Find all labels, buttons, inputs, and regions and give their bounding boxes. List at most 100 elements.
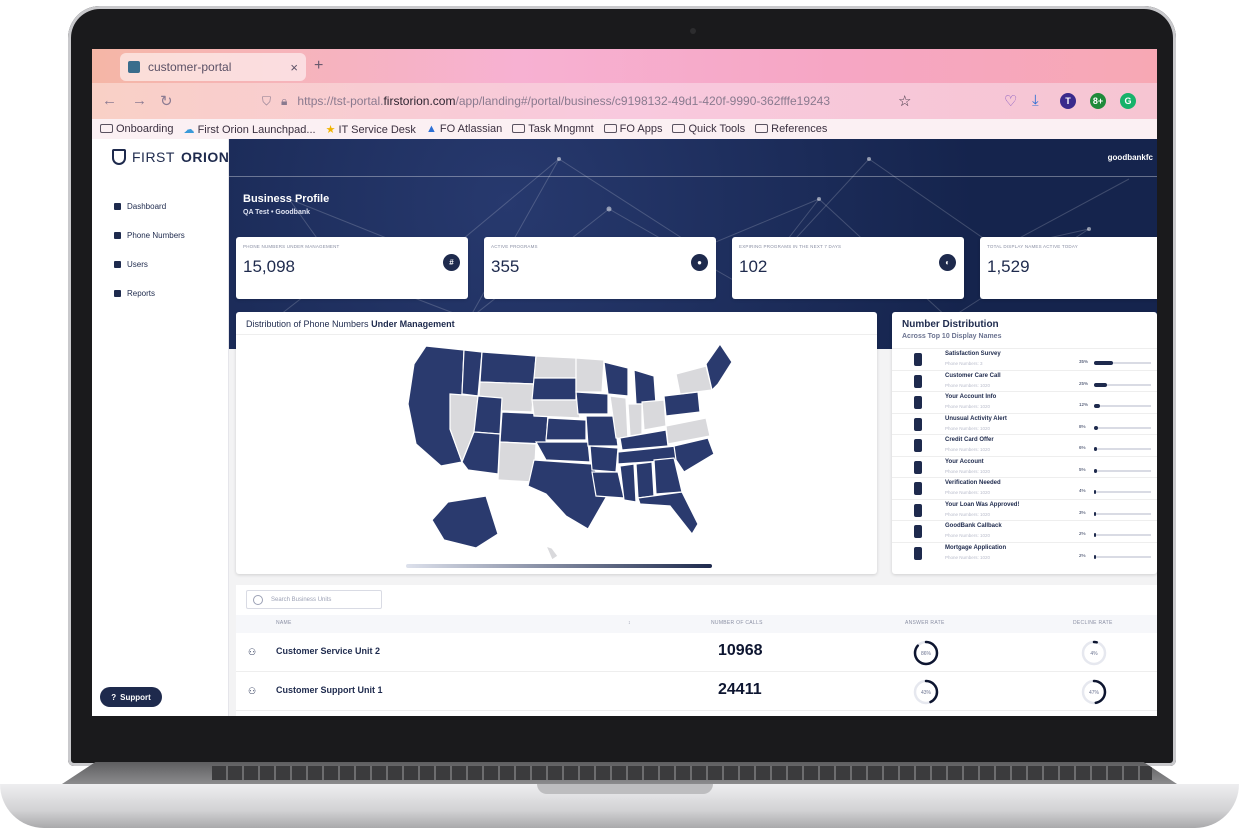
progress-fill	[1094, 425, 1099, 430]
browser-tab[interactable]: customer-portal ×	[120, 53, 306, 81]
hash-icon: #	[443, 254, 460, 271]
phone-icon	[114, 232, 121, 239]
users-icon	[114, 261, 121, 268]
answer-rate-donut: 43%	[913, 679, 939, 705]
kpi-card-phone-numbers: PHONE NUMBERS UNDER MANAGEMENT 15,098 #	[236, 237, 468, 299]
progress-track	[1094, 447, 1151, 451]
logo-text-bold: ORION	[180, 149, 230, 165]
state-minnesota[interactable]	[575, 357, 605, 393]
distribution-row: Your Loan Was Approved! Phone Numbers: 10…	[892, 498, 1157, 520]
state-nebraska[interactable]	[531, 399, 581, 419]
bookmark-references[interactable]: References	[755, 123, 827, 135]
close-tab-icon[interactable]: ×	[290, 60, 298, 75]
state-oklahoma[interactable]	[534, 441, 591, 463]
keyboard	[212, 766, 1152, 780]
bookmark-it-service-desk[interactable]: ★ IT Service Desk	[326, 123, 416, 136]
extension-t-icon[interactable]: T	[1060, 93, 1076, 109]
shield-logo-icon	[112, 149, 126, 165]
sidebar-item-reports[interactable]: Reports	[114, 289, 155, 298]
bookmark-launchpad[interactable]: ☁ First Orion Launchpad...	[184, 123, 316, 136]
back-button[interactable]: ←	[102, 92, 117, 109]
state-pennsylvania[interactable]	[663, 391, 701, 417]
address-bar[interactable]: ⛉ 🔒︎ https://tst-portal.firstorion.com/a…	[262, 88, 922, 114]
user-name[interactable]: goodbankfc	[1108, 153, 1153, 162]
org-chart-icon: ⚇	[248, 686, 257, 696]
sidebar-item-phone-numbers[interactable]: Phone Numbers	[114, 231, 185, 240]
state-utah[interactable]	[473, 395, 503, 435]
distribution-row: Credit Card Offer Phone Numbers: 1020 6%	[892, 434, 1157, 455]
table-row[interactable]: ⚇ Customer Service Unit 2 10968 86% 4%	[236, 633, 1157, 672]
col-decline-rate[interactable]: DECLINE RATE	[1073, 620, 1113, 626]
support-button[interactable]: ? Support	[100, 687, 162, 707]
kpi-value: 102	[739, 257, 768, 276]
sort-icon[interactable]: ↕	[628, 620, 631, 626]
folder-icon	[100, 124, 113, 133]
state-new-york[interactable]	[675, 365, 713, 395]
progress-track	[1094, 533, 1151, 537]
new-tab-button[interactable]: +	[314, 57, 323, 75]
col-name[interactable]: NAME	[276, 620, 292, 626]
search-input[interactable]: Search Business Units	[246, 590, 382, 609]
phone-count: Phone Numbers: 1020	[945, 490, 991, 495]
state-wisconsin[interactable]	[603, 361, 629, 397]
first-orion-logo[interactable]: FIRST ORION	[112, 149, 229, 165]
sidebar-item-users[interactable]: Users	[114, 260, 148, 269]
phone-count: Phone Numbers: 3	[945, 361, 983, 366]
kpi-label: EXPIRING PROGRAMS IN THE NEXT 7 DAYS	[739, 244, 842, 249]
kpi-card-expiring-programs: EXPIRING PROGRAMS IN THE NEXT 7 DAYS 102…	[732, 237, 964, 299]
bookmark-label: Quick Tools	[688, 123, 746, 135]
display-name: Unusual Activity Alert	[945, 415, 1007, 422]
state-new-england[interactable]	[705, 342, 733, 392]
reload-button[interactable]: ↻	[160, 92, 173, 110]
state-alaska[interactable]	[431, 495, 499, 549]
state-south-dakota[interactable]	[531, 377, 577, 401]
state-florida[interactable]	[637, 491, 699, 536]
rate-label: 47%	[1089, 690, 1100, 696]
state-iowa[interactable]	[575, 391, 609, 415]
state-arkansas[interactable]	[589, 445, 619, 473]
state-louisiana[interactable]	[591, 471, 625, 499]
phone-count: Phone Numbers: 1020	[945, 511, 991, 517]
bookmark-label: FO Apps	[619, 123, 663, 135]
bookmark-onboarding[interactable]: Onboarding	[100, 123, 174, 135]
search-placeholder: Search Business Units	[271, 596, 332, 603]
folder-icon	[512, 124, 526, 133]
progress-fill	[1094, 447, 1098, 451]
phone-device-icon	[914, 525, 922, 538]
progress-track	[1094, 425, 1151, 430]
state-hawaii[interactable]	[544, 545, 559, 561]
state-montana[interactable]	[479, 351, 537, 385]
extension-8plus-icon[interactable]: 8+	[1090, 93, 1106, 109]
url-prefix: https://tst-portal.	[297, 94, 384, 108]
state-indiana[interactable]	[627, 403, 643, 437]
state-carolinas[interactable]	[673, 437, 715, 473]
camera	[690, 28, 696, 34]
state-alabama[interactable]	[635, 461, 655, 499]
bookmark-label: First Orion Launchpad...	[197, 123, 316, 136]
display-name: GoodBank Callback	[945, 523, 1002, 529]
progress-track	[1094, 468, 1151, 473]
bookmark-quick-tools[interactable]: Quick Tools	[672, 123, 745, 135]
bookmark-atlassian[interactable]: ▲ FO Atlassian	[426, 123, 502, 135]
answer-rate-donut: 86%	[913, 640, 939, 666]
download-icon[interactable]: ⤓	[1032, 92, 1039, 109]
sidebar-item-label: Users	[127, 260, 148, 269]
bookmark-task-mngmnt[interactable]: Task Mngmnt	[512, 123, 594, 135]
state-michigan[interactable]	[633, 369, 657, 405]
col-answer-rate[interactable]: ANSWER RATE	[905, 620, 945, 626]
forward-button[interactable]: →	[132, 92, 147, 109]
sidebar-item-dashboard[interactable]: Dashboard	[114, 202, 166, 211]
state-north-dakota[interactable]	[533, 355, 577, 379]
state-ohio[interactable]	[641, 399, 667, 431]
col-number-of-calls[interactable]: NUMBER OF CALLS	[711, 620, 763, 626]
bookmark-fo-apps[interactable]: FO Apps	[603, 123, 663, 135]
map-scrollbar[interactable]	[406, 564, 712, 568]
call-count: 10968	[718, 642, 763, 659]
bookmark-star-icon[interactable]: ☆	[898, 92, 911, 110]
state-kansas[interactable]	[545, 417, 587, 441]
distribution-row: GoodBank Callback Phone Numbers: 1020 2%	[892, 520, 1157, 541]
extension-g-icon[interactable]: G	[1120, 93, 1136, 109]
pocket-icon[interactable]: ♡	[1004, 92, 1017, 110]
table-row[interactable]: ⚇ Customer Support Unit 1 24411 43% 47%	[236, 672, 1157, 711]
favicon-icon	[128, 61, 140, 73]
